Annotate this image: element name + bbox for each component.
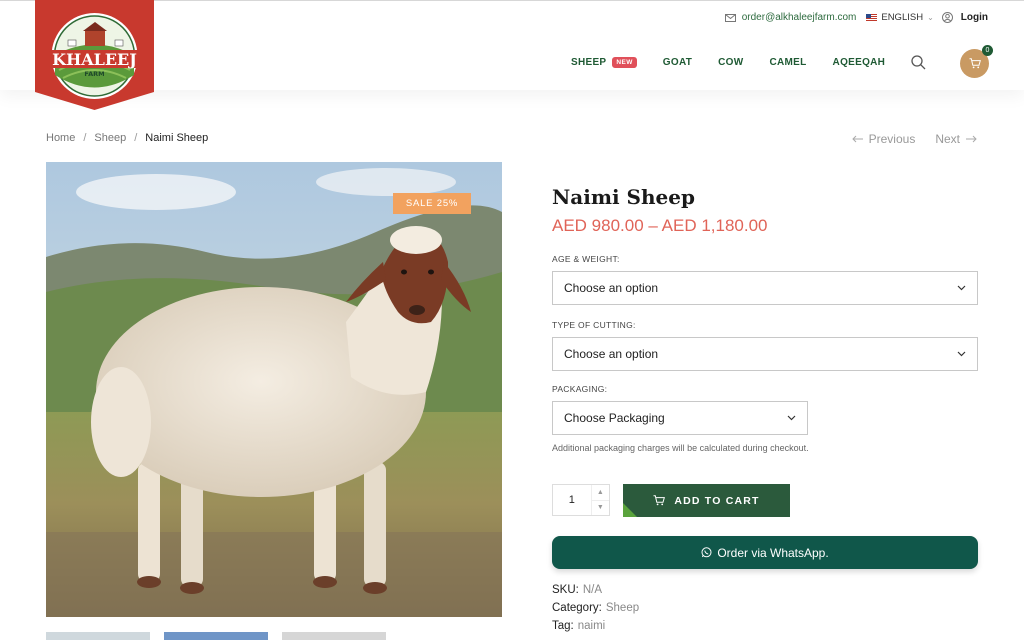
add-to-cart-button[interactable]: ADD TO CART	[623, 484, 790, 517]
svg-text:FARM: FARM	[84, 70, 104, 78]
packaging-select[interactable]: Choose Packaging	[552, 401, 808, 435]
chevron-down-icon: ⌄	[927, 13, 934, 22]
breadcrumb-category[interactable]: Sheep	[94, 132, 126, 144]
category-label: Category:	[552, 602, 602, 614]
sku-value: N/A	[582, 584, 603, 596]
select-value: Choose an option	[564, 281, 659, 295]
cart-count-badge: 0	[982, 45, 993, 56]
site-logo[interactable]: KHALEEJ FARM	[35, 0, 154, 110]
login-label: Login	[960, 12, 988, 23]
breadcrumb-home[interactable]: Home	[46, 132, 75, 144]
select-value: Choose Packaging	[564, 411, 665, 425]
chevron-down-icon	[957, 351, 966, 357]
chevron-down-icon	[957, 285, 966, 291]
nav-item-sheep[interactable]: SHEEP NEW	[571, 57, 637, 68]
arrow-right-icon	[966, 135, 977, 143]
tag-row: Tag: naimi	[552, 620, 605, 632]
cart-icon	[653, 495, 666, 506]
previous-label: Previous	[868, 132, 916, 146]
sku-label: SKU:	[552, 584, 579, 596]
arrow-left-icon	[851, 135, 863, 143]
breadcrumb-separator: /	[134, 132, 138, 144]
cart-button[interactable]: 0	[960, 45, 993, 78]
product-title: Naimi Sheep	[552, 185, 695, 209]
sale-badge: SALE 25%	[393, 193, 471, 214]
product-pager: Previous Next	[851, 132, 977, 146]
quantity-increase-button[interactable]: ▲	[591, 485, 609, 501]
nav-label: SHEEP	[571, 57, 607, 68]
thumbnail-3[interactable]	[282, 632, 386, 640]
mail-icon	[724, 13, 736, 22]
next-label: Next	[935, 132, 960, 146]
cutting-select[interactable]: Choose an option	[552, 337, 978, 371]
search-button[interactable]	[911, 55, 926, 75]
nav-item-cow[interactable]: COW	[718, 57, 743, 68]
product-price: AED 980.00 – AED 1,180.00	[552, 216, 768, 235]
breadcrumb: Home / Sheep / Naimi Sheep	[46, 132, 208, 144]
age-weight-label: AGE & WEIGHT:	[552, 254, 620, 264]
main-nav: SHEEP NEW GOAT COW CAMEL AQEEQAH	[571, 57, 911, 68]
breadcrumb-separator: /	[83, 132, 87, 144]
packaging-label: PACKAGING:	[552, 384, 608, 394]
thumbnail-2[interactable]	[164, 632, 268, 640]
header-topbar: order@alkhaleejfarm.com ENGLISH ⌄ Login	[724, 12, 988, 23]
cart-icon	[969, 58, 981, 69]
nav-label: GOAT	[662, 57, 693, 68]
logo-brand-text: KHALEEJ	[52, 50, 137, 69]
select-value: Choose an option	[564, 347, 659, 361]
add-to-cart-label: ADD TO CART	[674, 494, 760, 507]
nav-item-aqeeqah[interactable]: AQEEQAH	[833, 57, 886, 68]
user-icon	[941, 12, 953, 23]
whatsapp-label: Order via WhatsApp.	[717, 545, 829, 560]
breadcrumb-current: Naimi Sheep	[145, 132, 209, 144]
email-link[interactable]: order@alkhaleejfarm.com	[724, 12, 857, 23]
tag-label: Tag:	[552, 620, 574, 632]
nav-label: CAMEL	[769, 57, 807, 68]
previous-link[interactable]: Previous	[851, 132, 916, 146]
thumbnail-1[interactable]	[46, 632, 150, 640]
nav-label: AQEEQAH	[832, 57, 886, 68]
email-text: order@alkhaleejfarm.com	[741, 12, 857, 23]
login-link[interactable]: Login	[941, 12, 988, 23]
category-row: Category: Sheep	[552, 602, 639, 614]
quantity-input[interactable]: 1	[553, 485, 591, 515]
language-selector[interactable]: ENGLISH ⌄	[866, 12, 934, 23]
quantity-steps: ▲ ▼	[590, 485, 609, 516]
whatsapp-order-button[interactable]: Order via WhatsApp.	[552, 536, 978, 569]
age-weight-select[interactable]: Choose an option	[552, 271, 978, 305]
chevron-down-icon	[787, 415, 796, 421]
category-link[interactable]: Sheep	[606, 602, 639, 614]
cutting-label: TYPE OF CUTTING:	[552, 320, 636, 330]
nav-label: COW	[718, 57, 744, 68]
tag-link[interactable]: naimi	[578, 620, 605, 632]
sku-row: SKU: N/A	[552, 584, 602, 596]
nav-item-camel[interactable]: CAMEL	[769, 57, 806, 68]
new-badge: NEW	[612, 57, 637, 68]
product-main-image[interactable]	[46, 162, 502, 617]
packaging-note: Additional packaging charges will be cal…	[552, 443, 809, 453]
quantity-stepper: 1 ▲ ▼	[552, 484, 610, 516]
search-icon	[911, 55, 926, 70]
nav-item-goat[interactable]: GOAT	[663, 57, 692, 68]
language-label: ENGLISH	[881, 12, 924, 23]
us-flag-icon	[866, 13, 878, 22]
next-link[interactable]: Next	[935, 132, 977, 146]
thumbnail-strip	[46, 632, 400, 640]
quantity-decrease-button[interactable]: ▼	[592, 501, 609, 516]
whatsapp-icon	[701, 547, 712, 558]
